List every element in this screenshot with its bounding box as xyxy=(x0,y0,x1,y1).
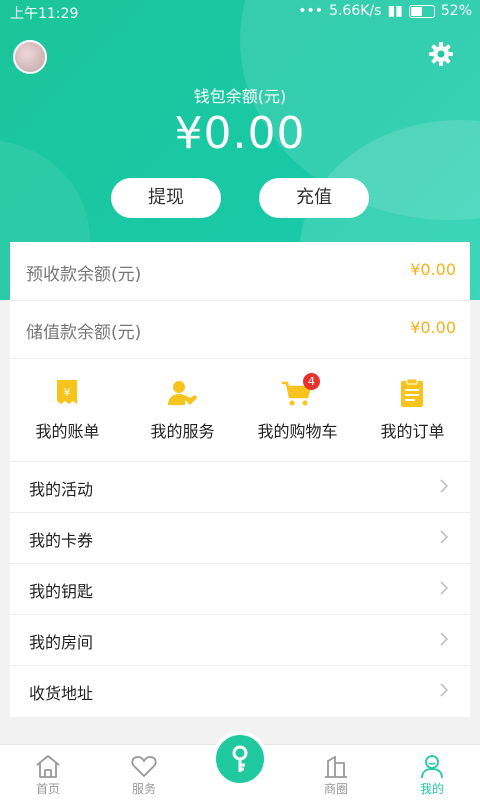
home-icon xyxy=(36,755,60,778)
shortcut-label: 我的购物车 xyxy=(257,422,338,441)
advance-balance-row[interactable]: 预收款余额(元) ¥0.00 xyxy=(10,242,470,301)
tab-business-circle[interactable]: 商圈 xyxy=(288,745,384,801)
menu-item-label: 我的活动 xyxy=(29,480,94,499)
menu-item-keys[interactable]: 我的钥匙 xyxy=(10,563,470,615)
network-speed: 5.66K/s xyxy=(329,3,382,19)
tab-home[interactable]: 首页 xyxy=(0,745,96,801)
menu-item-label: 我的钥匙 xyxy=(29,582,94,601)
shortcut-grid: ¥ 我的账单 我的服务 4 我的购物车 我的订单 xyxy=(10,358,470,462)
advance-balance-value: ¥0.00 xyxy=(410,260,456,279)
menu-item-label: 收货地址 xyxy=(29,684,94,703)
tab-label: 服务 xyxy=(131,782,156,796)
withdraw-button[interactable]: 提现 xyxy=(111,178,221,218)
more-dots-icon: ••• xyxy=(298,3,324,19)
status-bar: 上午11:29 ••• 5.66K/s ▮▮ 52% xyxy=(0,0,480,24)
bill-icon: ¥ xyxy=(57,380,77,404)
account-card: 预收款余额(元) ¥0.00 储值款余额(元) ¥0.00 ¥ 我的账单 我的服… xyxy=(10,242,470,717)
stored-value-amount: ¥0.00 xyxy=(410,318,456,337)
menu-item-address[interactable]: 收货地址 xyxy=(10,665,470,716)
shortcut-order[interactable]: 我的订单 xyxy=(355,358,470,461)
tab-label: 商圈 xyxy=(323,782,348,796)
svg-text:¥: ¥ xyxy=(64,386,71,399)
chevron-right-icon xyxy=(440,479,448,493)
tab-mine[interactable]: 我的 xyxy=(384,745,480,801)
tab-label: 我的 xyxy=(419,782,444,796)
shortcut-bill[interactable]: ¥ 我的账单 xyxy=(10,358,125,461)
status-indicators: ••• 5.66K/s ▮▮ 52% xyxy=(298,3,472,19)
signal-icon: ▮▮ xyxy=(387,3,403,19)
order-icon xyxy=(401,378,423,407)
stored-value-row[interactable]: 储值款余额(元) ¥0.00 xyxy=(10,300,470,359)
key-center-button[interactable] xyxy=(212,731,268,787)
recharge-button[interactable]: 充值 xyxy=(259,178,369,218)
profile-icon xyxy=(421,755,443,779)
avatar[interactable] xyxy=(13,40,47,74)
wallet-balance-label: 钱包余额(元) xyxy=(193,87,287,106)
shortcut-label: 我的账单 xyxy=(35,422,100,441)
tab-label: 首页 xyxy=(35,782,60,796)
menu-item-label: 我的房间 xyxy=(29,633,94,652)
advance-balance-label: 预收款余额(元) xyxy=(26,265,142,285)
shortcut-label: 我的订单 xyxy=(380,422,445,441)
chevron-right-icon xyxy=(440,632,448,646)
buildings-icon xyxy=(325,755,347,778)
chevron-right-icon xyxy=(440,530,448,544)
menu-item-rooms[interactable]: 我的房间 xyxy=(10,614,470,666)
menu-item-label: 我的卡券 xyxy=(29,531,94,550)
tab-service[interactable]: 服务 xyxy=(96,745,192,801)
stored-value-label: 储值款余额(元) xyxy=(26,323,142,343)
heart-icon xyxy=(131,756,157,778)
shortcut-label: 我的服务 xyxy=(150,422,215,441)
wallet-balance-amount: ¥0.00 xyxy=(174,108,306,159)
gear-icon[interactable] xyxy=(428,41,454,67)
shortcut-cart[interactable]: 4 我的购物车 xyxy=(240,358,355,461)
key-icon xyxy=(232,745,248,772)
battery-percent: 52% xyxy=(440,3,472,19)
shortcut-service[interactable]: 我的服务 xyxy=(125,358,240,461)
menu-item-coupons[interactable]: 我的卡券 xyxy=(10,512,470,564)
status-time: 上午11:29 xyxy=(10,6,79,22)
service-icon xyxy=(168,381,197,405)
battery-icon xyxy=(408,4,435,18)
chevron-right-icon xyxy=(440,581,448,595)
menu-item-activities[interactable]: 我的活动 xyxy=(10,461,470,513)
cart-count-badge: 4 xyxy=(303,373,320,390)
chevron-right-icon xyxy=(440,683,448,697)
